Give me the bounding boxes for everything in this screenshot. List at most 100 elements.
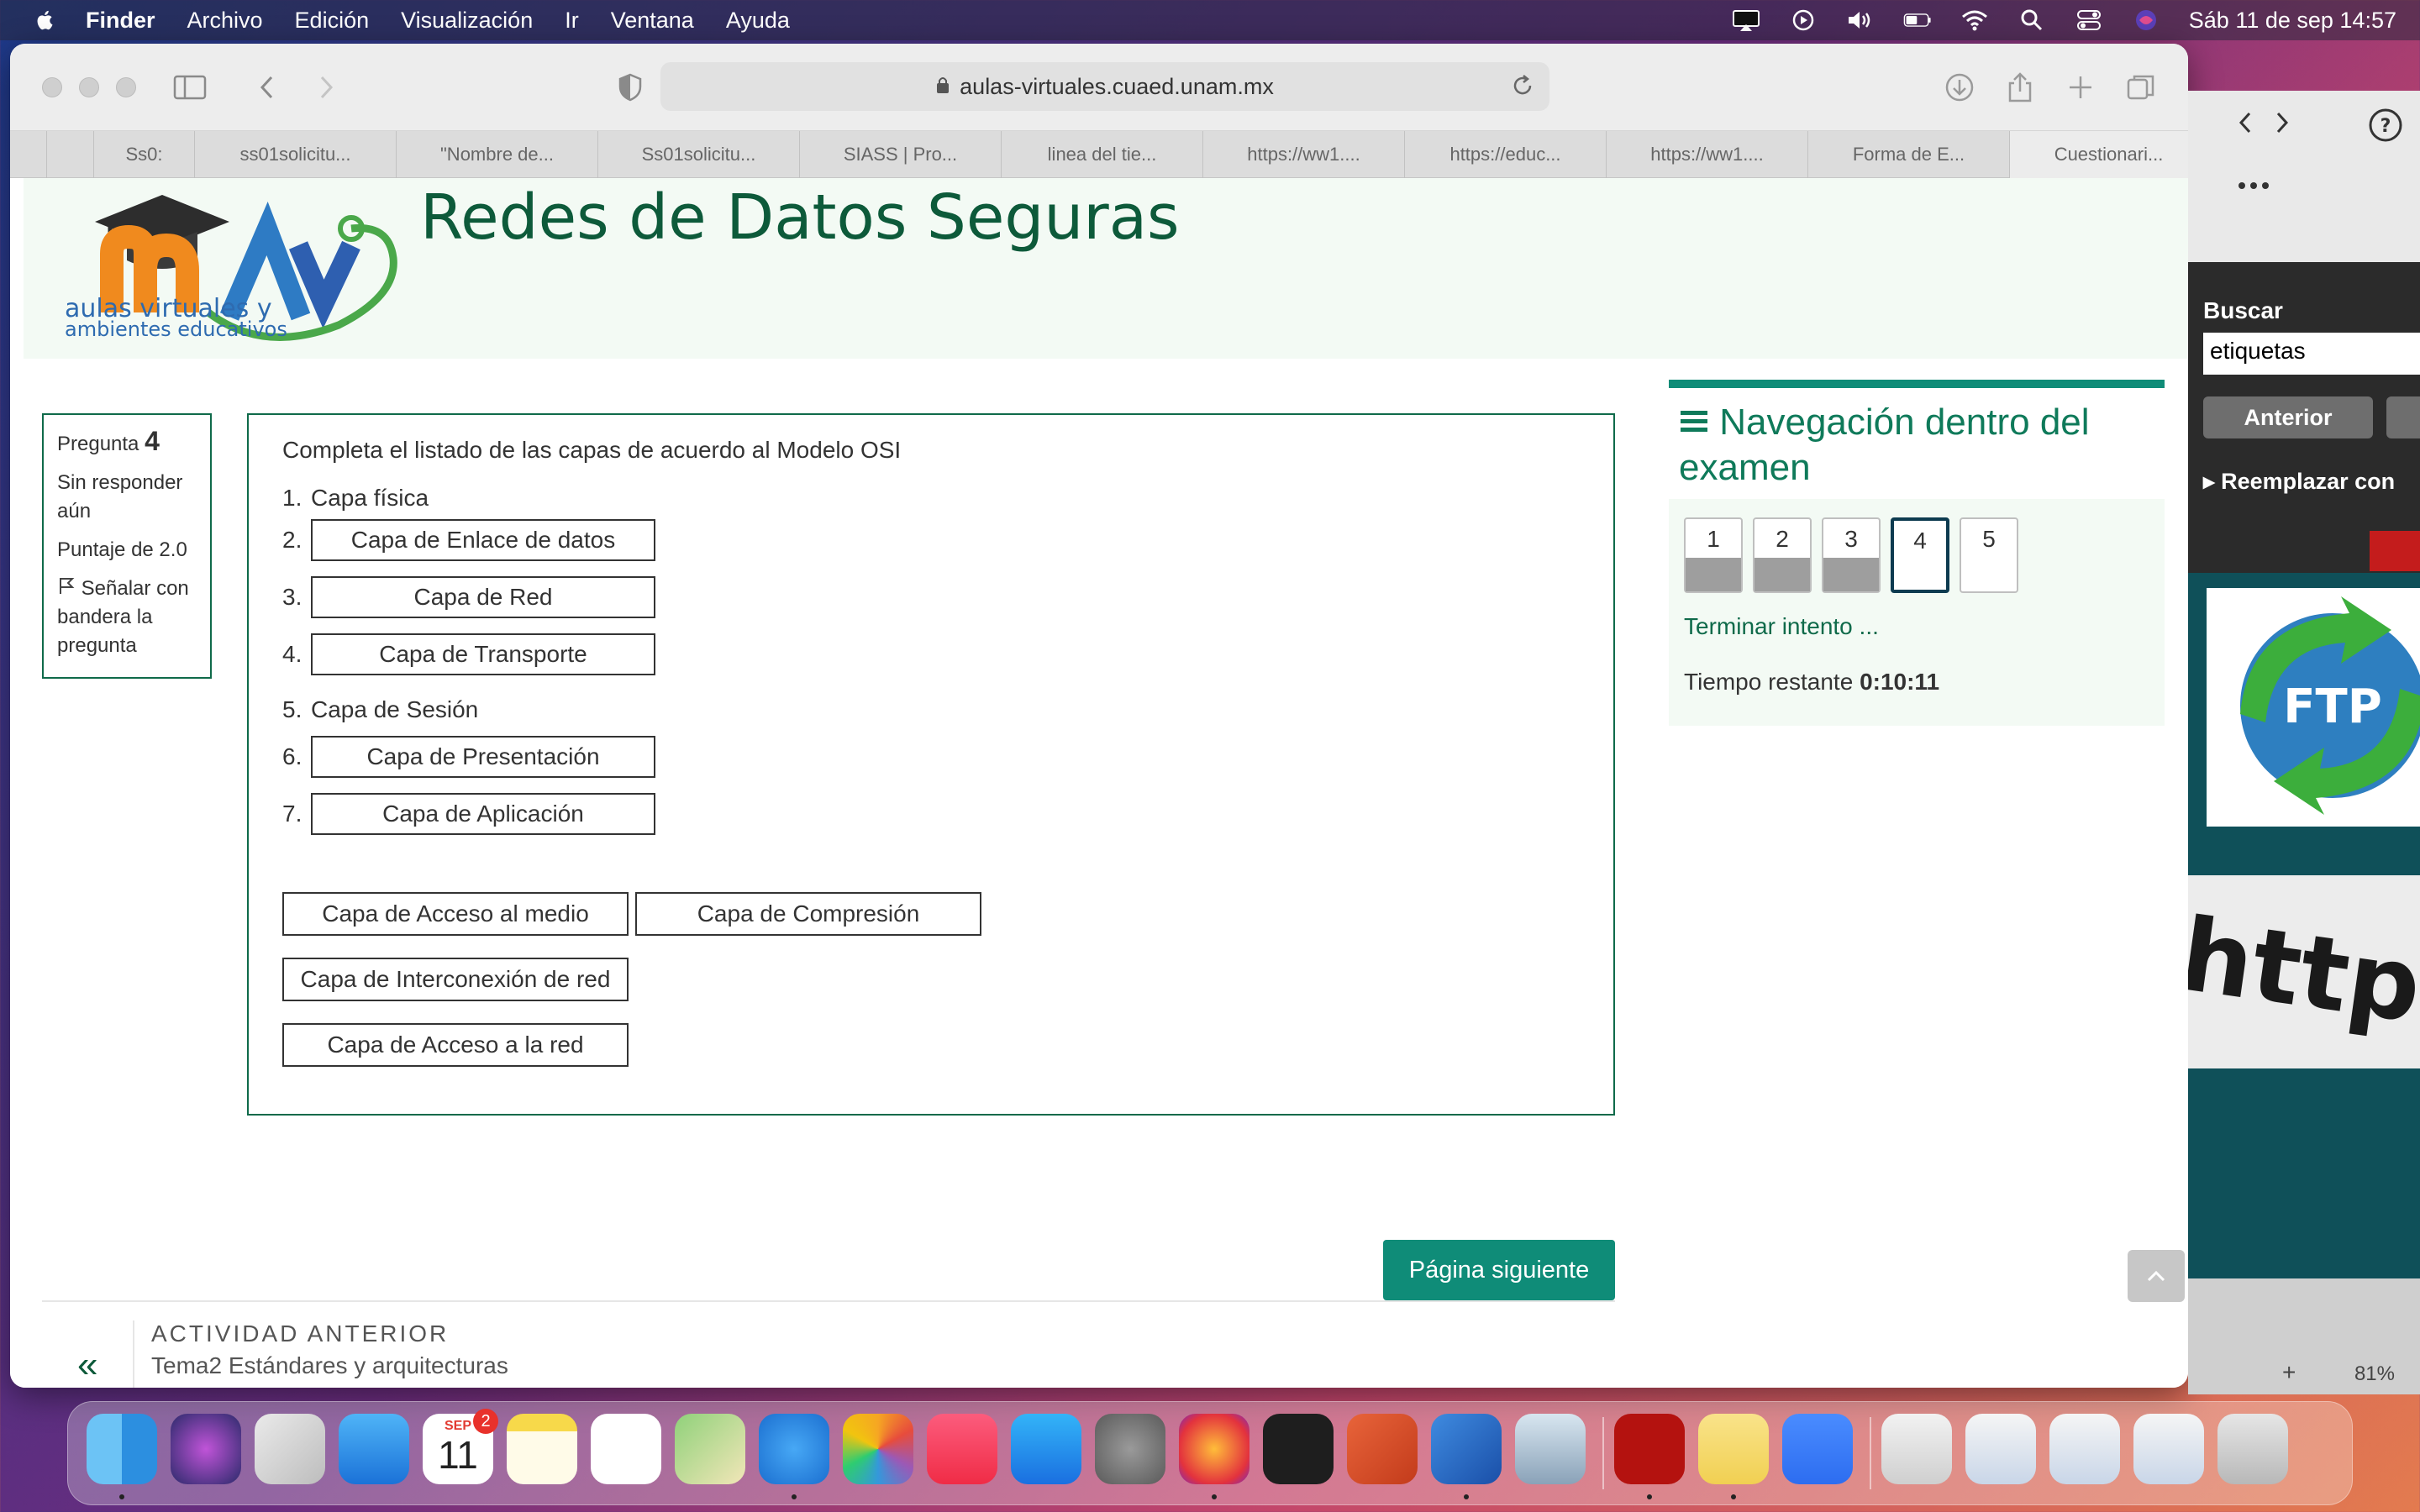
browser-tab[interactable]: Ss01solicitu... (598, 131, 800, 178)
draggable-option[interactable]: Capa de Interconexión de red (282, 958, 629, 1001)
privacy-shield-icon[interactable] (612, 69, 649, 106)
chevron-right-icon[interactable] (2274, 111, 2291, 139)
system-preferences-icon[interactable] (1095, 1414, 1165, 1484)
app-store-icon[interactable] (1011, 1414, 1081, 1484)
music-icon[interactable] (927, 1414, 997, 1484)
sidebar-toggle-icon[interactable] (171, 69, 208, 106)
powerpoint-icon[interactable] (1347, 1414, 1418, 1484)
minimize-window-button[interactable] (79, 77, 99, 97)
question-nav-button[interactable]: 3 (1822, 517, 1881, 593)
menu-visualizacion[interactable]: Visualización (401, 8, 533, 34)
word-icon[interactable] (1431, 1414, 1502, 1484)
reload-icon[interactable] (1511, 74, 1534, 103)
draggable-option[interactable]: Capa de Acceso a la red (282, 1023, 629, 1067)
help-icon[interactable]: ? (2368, 108, 2403, 147)
safari-icon[interactable] (759, 1414, 829, 1484)
window-thumbnail-icon[interactable] (2049, 1414, 2120, 1484)
draggable-option[interactable]: Capa de Compresión (635, 892, 981, 936)
volume-icon[interactable] (1846, 8, 1875, 32)
browser-tab[interactable]: Forma de E... (1808, 131, 2010, 178)
question-nav-button[interactable]: 1 (1684, 517, 1743, 593)
find-next-button[interactable] (2386, 396, 2420, 438)
previous-activity-link[interactable]: « ACTIVIDAD ANTERIOR Tema2 Estándares y … (42, 1320, 882, 1388)
firefox-icon[interactable] (1179, 1414, 1249, 1484)
menu-ir[interactable]: Ir (565, 8, 579, 34)
find-previous-button[interactable]: Anterior (2203, 396, 2373, 438)
menu-bar-clock[interactable]: Sáb 11 de sep 14:57 (2189, 8, 2396, 34)
now-playing-icon[interactable] (1789, 8, 1818, 32)
battery-icon[interactable] (1903, 8, 1932, 32)
tab-pinned[interactable] (10, 131, 47, 178)
quiz-navigation-title[interactable]: Navegación dentro del examen (1679, 400, 2165, 491)
downloads-icon[interactable] (1941, 69, 1978, 106)
notes-icon[interactable] (507, 1414, 577, 1484)
finder-icon[interactable] (87, 1414, 157, 1484)
apple-menu-icon[interactable] (34, 8, 57, 32)
search-input[interactable]: etiquetas (2203, 333, 2420, 375)
flag-question-link[interactable]: Señalar con bandera la pregunta (57, 575, 197, 660)
documents-folder-icon[interactable] (1881, 1414, 1952, 1484)
menu-ventana[interactable]: Ventana (611, 8, 694, 34)
menu-edicion[interactable]: Edición (295, 8, 370, 34)
zoom-in-icon[interactable]: + (2282, 1359, 2296, 1386)
drop-slot[interactable]: Capa de Red (311, 576, 655, 618)
forward-icon[interactable] (308, 69, 345, 106)
photos-icon[interactable] (843, 1414, 913, 1484)
zoom-icon[interactable] (1782, 1414, 1853, 1484)
menu-finder[interactable]: Finder (86, 8, 155, 34)
question-nav-button-current[interactable]: 4 (1891, 517, 1949, 593)
browser-tab[interactable]: https://ww1.... (1203, 131, 1405, 178)
back-icon[interactable] (249, 69, 286, 106)
stickies-icon[interactable] (1698, 1414, 1769, 1484)
share-icon[interactable] (2002, 69, 2039, 106)
siri-icon[interactable] (2132, 8, 2160, 32)
browser-tab[interactable]: "Nombre de... (397, 131, 598, 178)
drop-slot[interactable]: Capa de Transporte (311, 633, 655, 675)
menu-archivo[interactable]: Archivo (187, 8, 263, 34)
finish-attempt-link[interactable]: Terminar intento ... (1684, 613, 2149, 640)
acrobat-icon[interactable] (1614, 1414, 1685, 1484)
trash-icon[interactable] (2217, 1414, 2288, 1484)
calendar-icon[interactable]: SEP 11 2 (423, 1409, 498, 1484)
reminders-icon[interactable] (591, 1414, 661, 1484)
browser-tab[interactable]: linea del tie... (1002, 131, 1203, 178)
more-options-icon[interactable] (2237, 180, 2270, 195)
chevron-left-icon[interactable] (2237, 111, 2254, 139)
maps-icon[interactable] (675, 1414, 745, 1484)
tab-overview-icon[interactable] (2123, 69, 2160, 106)
back-to-top-button[interactable] (2128, 1250, 2185, 1302)
browser-tab[interactable]: Ss0: (94, 131, 195, 178)
browser-tab-active[interactable]: Cuestionari... (2010, 131, 2188, 178)
launchpad-icon[interactable] (255, 1414, 325, 1484)
tab-pinned[interactable] (47, 131, 94, 178)
siri-icon[interactable] (171, 1414, 241, 1484)
drop-slot[interactable]: Capa de Enlace de datos (311, 519, 655, 561)
screen-mirroring-icon[interactable] (1732, 8, 1760, 32)
drop-slot[interactable]: Capa de Aplicación (311, 793, 655, 835)
question-nav-button[interactable]: 2 (1753, 517, 1812, 593)
control-center-icon[interactable] (2075, 8, 2103, 32)
draggable-option[interactable]: Capa de Acceso al medio (282, 892, 629, 936)
spotlight-icon[interactable] (2018, 8, 2046, 32)
browser-tab[interactable]: SIASS | Pro... (800, 131, 1002, 178)
window-thumbnail-icon[interactable] (1965, 1414, 2036, 1484)
terminal-icon[interactable] (1263, 1414, 1334, 1484)
close-window-button[interactable] (42, 77, 62, 97)
aulas-virtuales-logo[interactable]: aulas virtuales y ambientes educativos (61, 178, 423, 346)
wifi-icon[interactable] (1960, 8, 1989, 32)
zoom-window-button[interactable] (116, 77, 136, 97)
drop-slot[interactable]: Capa de Presentación (311, 736, 655, 778)
browser-tab[interactable]: https://ww1.... (1607, 131, 1808, 178)
site-title[interactable]: Redes de Datos Seguras (420, 181, 1180, 254)
question-nav-button[interactable]: 5 (1960, 517, 2018, 593)
next-page-button[interactable]: Página siguiente (1383, 1240, 1615, 1300)
new-tab-icon[interactable] (2062, 69, 2099, 106)
browser-tab[interactable]: https://educ... (1405, 131, 1607, 178)
window-thumbnail-icon[interactable] (2133, 1414, 2204, 1484)
mail-icon[interactable] (339, 1414, 409, 1484)
replace-toggle[interactable]: ▸ Reemplazar con (2203, 469, 2395, 495)
address-bar[interactable]: aulas-virtuales.cuaed.unam.mx (660, 62, 1549, 111)
browser-tab[interactable]: ss01solicitu... (195, 131, 397, 178)
menu-ayuda[interactable]: Ayuda (726, 8, 790, 34)
preview-icon[interactable] (1515, 1414, 1586, 1484)
